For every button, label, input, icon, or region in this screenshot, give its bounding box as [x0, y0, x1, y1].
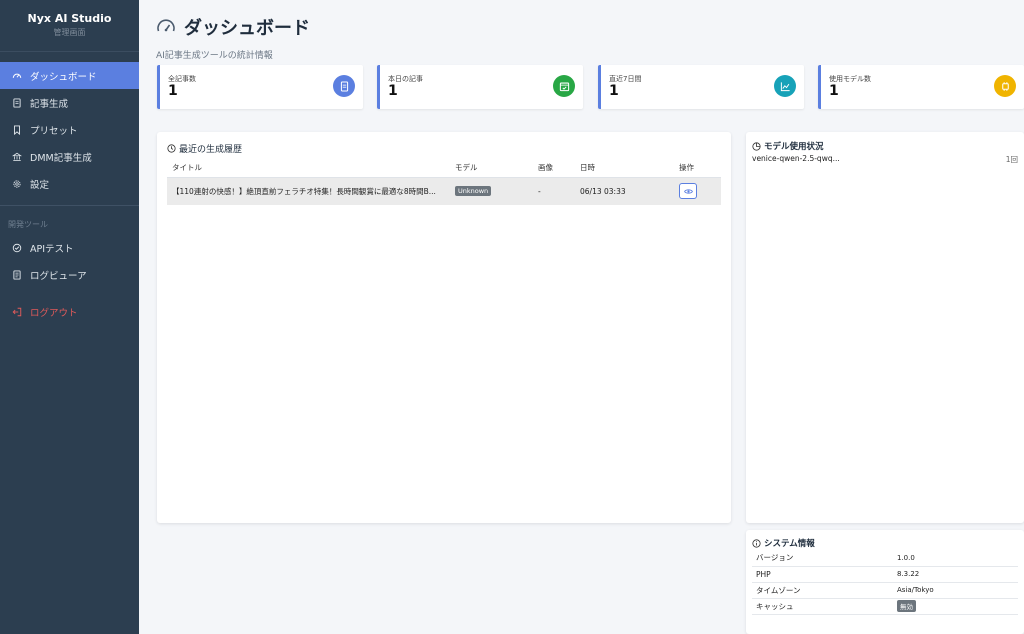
- table-row: キャッシュ 無効: [752, 598, 1018, 615]
- column-header-model: モデル: [450, 159, 533, 178]
- system-key: キャッシュ: [752, 598, 897, 615]
- eye-icon: [683, 189, 693, 194]
- model-usage-panel: モデル使用状況 venice-qwen-2.5-qwq... 1回: [746, 132, 1024, 523]
- log-icon: [10, 268, 24, 282]
- system-key: PHP: [752, 566, 897, 583]
- calendar-check-icon: [553, 75, 575, 97]
- brand-subtitle: 管理画面: [53, 28, 86, 37]
- stat-value: 1: [388, 83, 398, 99]
- sidebar-item-label: 設定: [30, 179, 50, 191]
- sidebar-item-label: ログビューア: [30, 270, 87, 282]
- sidebar-item-label: ダッシュボード: [30, 71, 97, 83]
- sidebar-item-label: プリセット: [30, 125, 78, 137]
- stat-card-today-articles: 本日の記事 1: [377, 65, 583, 109]
- page-title: ダッシュボード: [156, 14, 310, 40]
- model-name: venice-qwen-2.5-qwq...: [752, 154, 840, 163]
- pie-chart-icon: [752, 141, 761, 151]
- logout-label: ログアウト: [30, 307, 78, 319]
- sidebar-item-settings[interactable]: 設定: [0, 170, 139, 197]
- column-header-title: タイトル: [167, 159, 450, 178]
- clock-icon: [167, 144, 176, 153]
- model-count: 1回: [1005, 155, 1018, 164]
- speedometer-icon: [157, 19, 175, 32]
- sidebar-item-article-generate[interactable]: 記事生成: [0, 89, 139, 116]
- sidebar-item-dmm-article[interactable]: DMM記事生成: [0, 143, 139, 170]
- document-icon: [333, 75, 355, 97]
- sidebar-divider: [0, 205, 139, 206]
- system-value: 8.3.22: [897, 566, 1018, 583]
- system-value: 1.0.0: [897, 550, 1018, 567]
- page-subtitle: AI記事生成ツールの統計情報: [156, 51, 273, 61]
- system-info-panel: システム情報 バージョン 1.0.0 PHP 8.3.22 タイムゾーン Asi…: [746, 530, 1024, 634]
- speedometer-icon: [10, 69, 24, 83]
- gear-icon: [10, 177, 24, 191]
- stat-card-total-articles: 全記事数 1: [157, 65, 363, 109]
- cache-status-badge: 無効: [897, 600, 916, 612]
- sidebar-item-label: DMM記事生成: [30, 152, 92, 164]
- stat-value: 1: [168, 83, 178, 99]
- bookmark-icon: [10, 123, 24, 137]
- sidebar-section-dev-tools: 開発ツール: [8, 219, 48, 229]
- system-key: バージョン: [752, 550, 897, 567]
- model-usage-title-text: モデル使用状況: [764, 142, 824, 152]
- stat-card-models-used: 使用モデル数 1: [818, 65, 1024, 109]
- row-model-cell: Unknown: [450, 177, 533, 205]
- document-icon: [10, 96, 24, 110]
- view-button[interactable]: [679, 183, 697, 200]
- recent-history-title-text: 最近の生成履歴: [179, 145, 243, 155]
- recent-history-panel: 最近の生成履歴 タイトル モデル 画像 日時 操作 【110連射の快感！】絶頂直…: [157, 132, 731, 523]
- stat-value: 1: [829, 83, 839, 99]
- sidebar-item-label: APIテスト: [30, 243, 74, 255]
- system-info-table: バージョン 1.0.0 PHP 8.3.22 タイムゾーン Asia/Tokyo…: [752, 550, 1018, 615]
- stat-value: 1: [609, 83, 619, 99]
- row-date: 06/13 03:33: [575, 177, 674, 205]
- sidebar-item-api-test[interactable]: APIテスト: [0, 234, 139, 261]
- check-circle-icon: [10, 241, 24, 255]
- recent-history-title: 最近の生成履歴: [167, 142, 242, 155]
- sidebar-item-dashboard[interactable]: ダッシュボード: [0, 62, 139, 89]
- table-row: タイムゾーン Asia/Tokyo: [752, 582, 1018, 599]
- stat-card-last-7-days: 直近7日間 1: [598, 65, 804, 109]
- sidebar-item-label: 記事生成: [30, 98, 69, 110]
- system-key: タイムゾーン: [752, 582, 897, 599]
- model-usage-row: venice-qwen-2.5-qwq... 1回: [752, 154, 1018, 165]
- row-image: -: [533, 177, 575, 205]
- page-header: ダッシュボード AI記事生成ツールの統計情報: [156, 14, 310, 61]
- sidebar-item-log-viewer[interactable]: ログビューア: [0, 261, 139, 288]
- model-usage-title: モデル使用状況: [752, 140, 824, 152]
- row-actions-cell: [674, 177, 721, 205]
- brand-title: Nyx AI Studio: [27, 12, 112, 25]
- table-row: 【110連射の快感！】絶頂直前フェラチオ特集！長時間観賞に最適な8時間B... …: [167, 177, 721, 205]
- table-header-row: タイトル モデル 画像 日時 操作: [167, 159, 721, 178]
- sidebar-nav: ダッシュボード 記事生成 プリセット DMM記事生成 設定 開発ツール APIテ…: [0, 62, 139, 325]
- column-header-image: 画像: [533, 159, 575, 178]
- page-title-text: ダッシュボード: [184, 18, 310, 39]
- history-table: タイトル モデル 画像 日時 操作 【110連射の快感！】絶頂直前フェラチオ特集…: [167, 159, 721, 205]
- table-row: バージョン 1.0.0: [752, 550, 1018, 567]
- column-header-actions: 操作: [674, 159, 721, 178]
- brand: Nyx AI Studio 管理画面: [0, 0, 139, 52]
- column-header-date: 日時: [575, 159, 674, 178]
- cpu-icon: [994, 75, 1016, 97]
- sidebar-item-presets[interactable]: プリセット: [0, 116, 139, 143]
- row-title: 【110連射の快感！】絶頂直前フェラチオ特集！長時間観賞に最適な8時間B...: [167, 177, 450, 205]
- sidebar: Nyx AI Studio 管理画面 ダッシュボード 記事生成 プリセット DM…: [0, 0, 139, 634]
- system-value-cell: 無効: [897, 598, 1018, 615]
- logout-button[interactable]: ログアウト: [0, 298, 139, 325]
- table-row: PHP 8.3.22: [752, 566, 1018, 583]
- system-value: Asia/Tokyo: [897, 582, 1018, 599]
- system-info-title: システム情報: [752, 537, 815, 549]
- info-icon: [752, 538, 761, 548]
- system-info-title-text: システム情報: [764, 539, 815, 549]
- building-icon: [10, 150, 24, 164]
- logout-icon: [10, 305, 24, 319]
- chart-line-icon: [774, 75, 796, 97]
- model-badge: Unknown: [455, 186, 492, 197]
